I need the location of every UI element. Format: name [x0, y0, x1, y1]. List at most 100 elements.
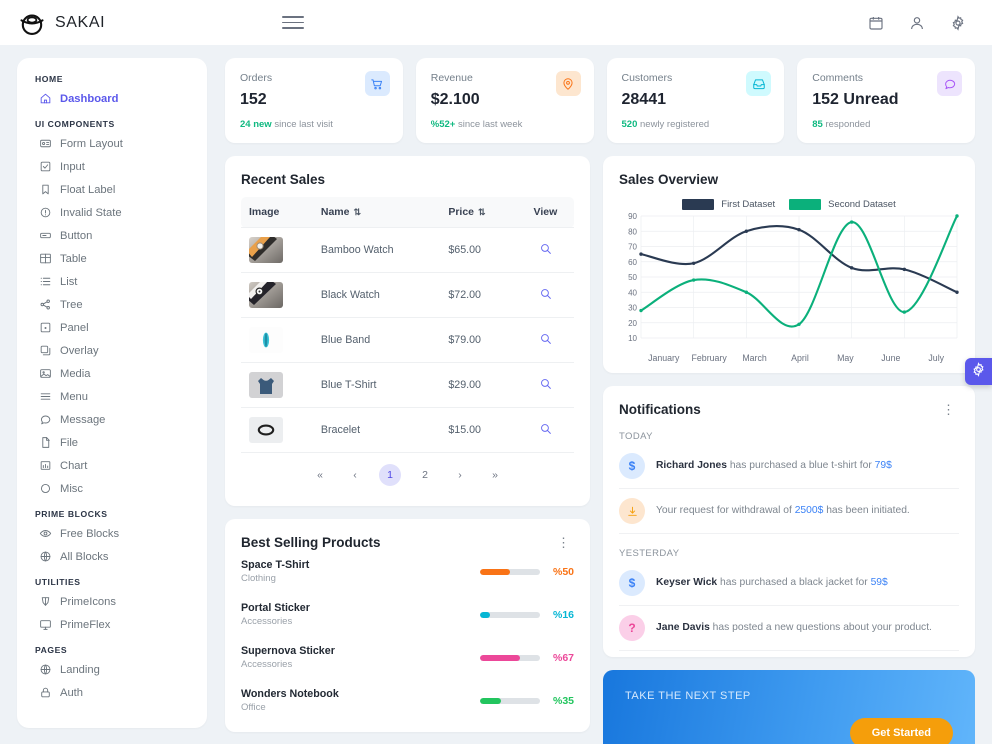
svg-text:30: 30 [628, 304, 637, 313]
search-icon[interactable] [539, 242, 552, 255]
sidebar-item-message[interactable]: Message [29, 408, 195, 431]
line-chart: 90 80 70 60 50 40 30 20 10 [628, 212, 959, 343]
notifications-panel: Notifications ⋮ TODAY $ Richard Jones has … [603, 386, 975, 657]
sidebar-item-all-blocks[interactable]: All Blocks [29, 545, 195, 568]
sidebar-item-overlay[interactable]: Overlay [29, 339, 195, 362]
pagination-next-button[interactable]: › [449, 464, 471, 486]
sidebar-item-button[interactable]: Button [29, 224, 195, 247]
svg-text:80: 80 [628, 227, 637, 236]
sidebar-item-label: Misc [60, 482, 83, 495]
sidebar-item-list[interactable]: List [29, 270, 195, 293]
sidebar-item-label: Landing [60, 663, 100, 676]
sidebar-section-header: PRIME BLOCKS [35, 509, 108, 519]
settings-fab-button[interactable] [965, 358, 992, 385]
sidebar-item-primeicons[interactable]: PrimeIcons [29, 590, 195, 613]
sidebar-item-media[interactable]: Media [29, 362, 195, 385]
svg-text:20: 20 [628, 319, 637, 328]
dashboard-columns: Recent Sales Image Name ⇅ Price ⇅ View Bamboo… [225, 156, 975, 744]
notification-item[interactable]: $ Richard Jones has purchased a blue t-sh… [619, 444, 959, 489]
progress-bar [480, 611, 540, 618]
sidebar-item-tree[interactable]: Tree [29, 293, 195, 316]
vertical-dots-icon[interactable]: ⋮ [938, 403, 959, 416]
recent-sales-panel: Recent Sales Image Name ⇅ Price ⇅ View Bamboo… [225, 156, 590, 506]
brand[interactable]: SAKAI [18, 9, 105, 37]
sort-arrows-icon[interactable]: ⇅ [353, 207, 361, 217]
stat-subtext-rest: since last visit [271, 119, 333, 130]
calendar-icon[interactable] [868, 15, 884, 31]
legend-item-2[interactable]: Second Dataset [789, 199, 896, 210]
gear-icon[interactable] [950, 14, 966, 31]
vertical-dots-icon[interactable]: ⋮ [553, 536, 574, 549]
search-icon[interactable] [539, 332, 552, 345]
progress-bar-fill [480, 697, 501, 704]
cell-name: Blue T-Shirt [312, 362, 441, 408]
comment-icon [937, 71, 962, 96]
sidebar-item-table[interactable]: Table [29, 247, 195, 270]
x-axis-label: July [928, 353, 945, 363]
sidebar-item-misc[interactable]: Misc [29, 477, 195, 500]
comment-icon [39, 413, 52, 426]
user-icon[interactable] [909, 15, 925, 31]
legend-swatch [789, 199, 822, 210]
sidebar-item-panel[interactable]: Panel [29, 316, 195, 339]
column-header-price[interactable]: Price ⇅ [440, 197, 517, 228]
hamburger-menu-icon[interactable] [282, 12, 305, 34]
table-icon [39, 252, 52, 265]
cell-view [516, 362, 574, 408]
sort-arrows-icon[interactable]: ⇅ [478, 207, 486, 217]
search-icon[interactable] [539, 422, 552, 435]
svg-text:40: 40 [628, 288, 637, 297]
sidebar-item-label: Tree [60, 298, 83, 311]
sidebar-item-label: Dashboard [60, 92, 119, 105]
sidebar-item-float-label[interactable]: Float Label [29, 178, 195, 201]
sidebar-item-auth[interactable]: Auth [29, 681, 195, 704]
sidebar-item-primeflex[interactable]: PrimeFlex [29, 613, 195, 636]
sidebar-item-landing[interactable]: Landing [29, 658, 195, 681]
pagination-page-1[interactable]: 1 [379, 464, 401, 486]
clone-overlay-icon [39, 344, 52, 357]
legend-swatch [682, 199, 715, 210]
search-icon[interactable] [539, 377, 552, 390]
svg-text:60: 60 [628, 258, 637, 267]
notification-item[interactable]: Your request for withdrawal of 2500$ has… [619, 489, 959, 534]
product-category: Office [241, 702, 266, 713]
column-header-name[interactable]: Name ⇅ [312, 197, 441, 228]
product-percent: %50 [552, 565, 574, 578]
notification-item[interactable]: $ Keyser Wick has purchased a black jacke… [619, 561, 959, 606]
sidebar-item-chart[interactable]: Chart [29, 454, 195, 477]
product-info: Supernova Sticker Accessories [241, 645, 480, 670]
svg-text:10: 10 [628, 334, 637, 343]
pagination-prev-button[interactable]: ‹ [344, 464, 366, 486]
sidebar-item-form-layout[interactable]: Form Layout [29, 132, 195, 155]
download-icon [619, 498, 645, 524]
id-card-icon [39, 137, 52, 150]
sakai-logo-icon [18, 9, 46, 37]
product-category: Clothing [241, 573, 276, 584]
x-axis-label: April [791, 353, 809, 363]
column-header-image: Image [241, 197, 313, 228]
notification-item[interactable]: ? Jane Davis has posted a new questions a… [619, 606, 959, 651]
pagination-last-button[interactable]: » [484, 464, 506, 486]
product-name: Portal Sticker [241, 602, 310, 614]
sidebar-item-menu[interactable]: Menu [29, 385, 195, 408]
sidebar-item-label: Message [60, 413, 106, 426]
search-icon[interactable] [539, 287, 552, 300]
notification-body: has posted a new questions about your pr… [709, 622, 932, 634]
pagination-page-2[interactable]: 2 [414, 464, 436, 486]
product-info: Wonders Notebook Office [241, 688, 480, 713]
sidebar-item-dashboard[interactable]: Dashboard [29, 87, 195, 110]
globe-icon [39, 550, 52, 563]
legend-item-1[interactable]: First Dataset [682, 199, 775, 210]
cell-view [516, 227, 574, 273]
sidebar-item-invalid-state[interactable]: Invalid State [29, 201, 195, 224]
sidebar-item-input[interactable]: Input [29, 155, 195, 178]
sidebar-item-label: Panel [60, 321, 89, 334]
sidebar-item-free-blocks[interactable]: Free Blocks [29, 522, 195, 545]
sidebar-section-header: UI COMPONENTS [35, 119, 115, 129]
pagination-first-button[interactable]: « [309, 464, 331, 486]
check-square-icon [39, 160, 52, 173]
sidebar-item-file[interactable]: File [29, 431, 195, 454]
left-column: Recent Sales Image Name ⇅ Price ⇅ View Bamboo… [225, 156, 590, 732]
desktop-icon [39, 618, 52, 631]
get-started-button[interactable]: Get Started [849, 718, 953, 744]
